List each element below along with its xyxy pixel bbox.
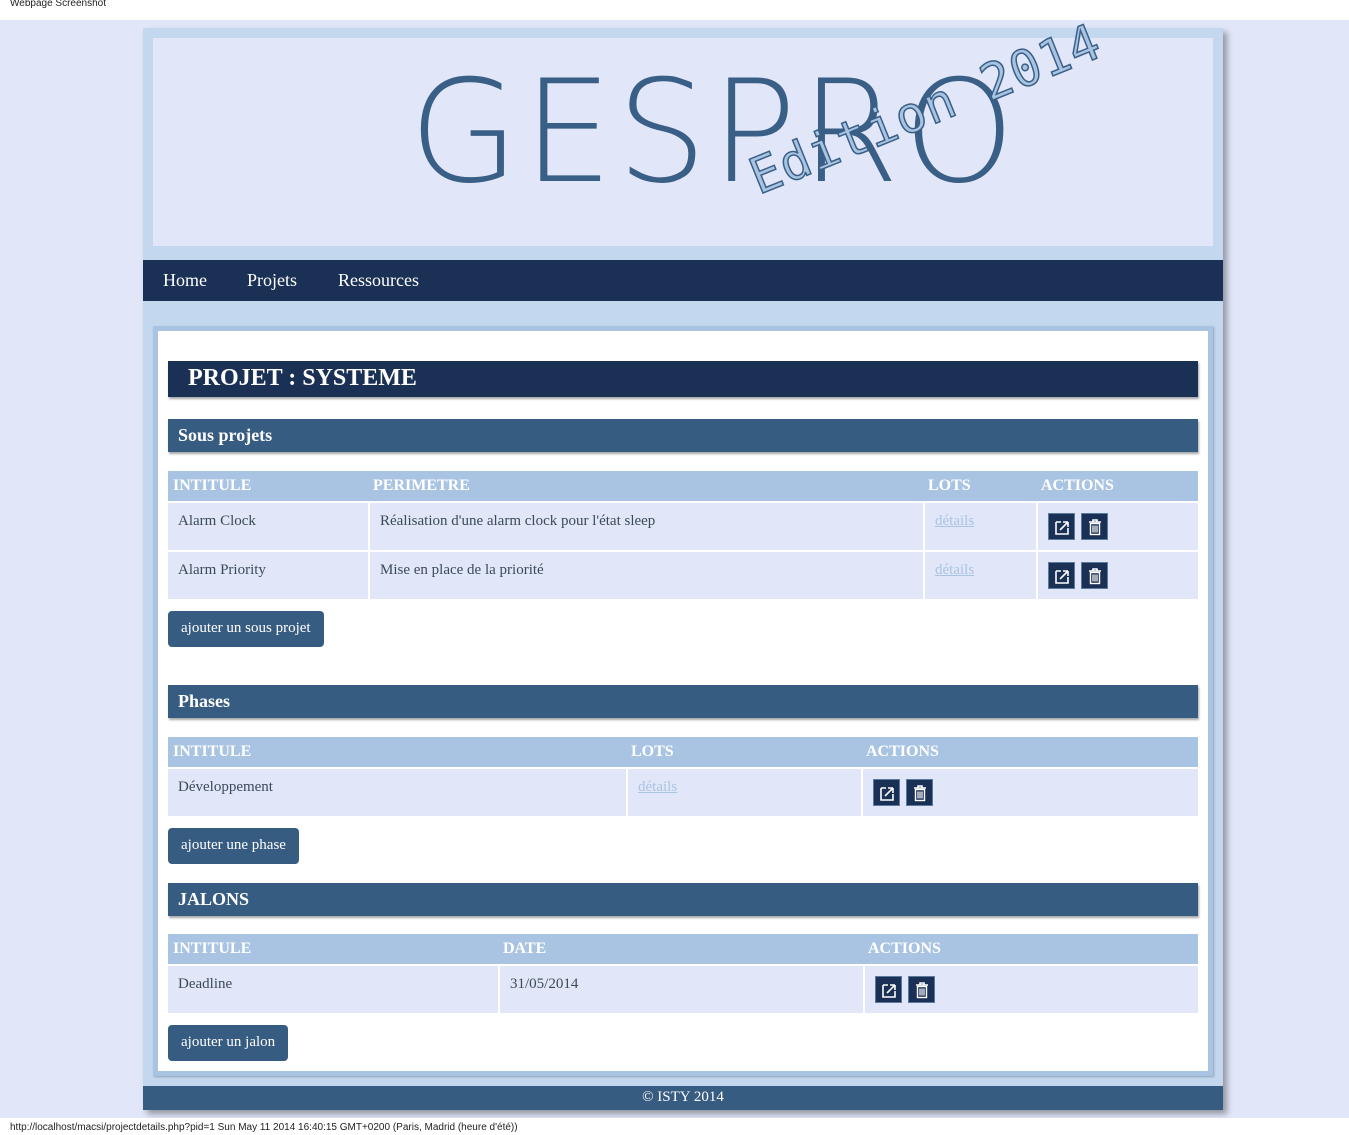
cell-perimetre: Réalisation d'une alarm clock pour l'éta… [368, 501, 923, 550]
details-link[interactable]: détails [638, 779, 677, 795]
cell-intitule: Alarm Clock [168, 501, 368, 550]
delete-button[interactable] [1080, 513, 1108, 540]
column-header: INTITULE [168, 737, 626, 767]
trash-icon [913, 785, 926, 802]
edit-icon [1055, 570, 1069, 584]
details-link[interactable]: détails [935, 513, 974, 529]
header-banner: GESPRO Edition 2014 [149, 12, 1217, 250]
jalons-table: INTITULE DATE ACTIONS Deadline 31/05/201… [168, 934, 1198, 1013]
column-header: DATE [498, 934, 863, 964]
cell-lots: détails [626, 767, 861, 816]
edit-button[interactable] [873, 779, 900, 806]
cell-perimetre: Mise en place de la priorité [368, 550, 923, 599]
edit-button[interactable] [875, 976, 902, 1003]
trash-icon [1088, 568, 1101, 585]
cell-actions [863, 964, 1198, 1013]
column-header: INTITULE [168, 471, 368, 501]
edit-button[interactable] [1048, 513, 1075, 540]
delete-button[interactable] [905, 779, 933, 806]
screenshot-title: Webpage Screenshot [10, 0, 106, 9]
main-nav: Home Projets Ressources [143, 260, 1223, 301]
cell-lots: détails [923, 501, 1036, 550]
add-phase-button[interactable]: ajouter une phase [168, 828, 299, 864]
column-header: LOTS [626, 737, 861, 767]
cell-actions [1036, 550, 1198, 599]
nav-home[interactable]: Home [163, 270, 207, 291]
screenshot-status-bar: http://localhost/macsi/projectdetails.ph… [0, 1118, 1349, 1135]
edit-icon [882, 984, 896, 998]
details-link[interactable]: détails [935, 562, 974, 578]
screenshot-title-bar: Webpage Screenshot [0, 0, 1349, 20]
cell-intitule: Développement [168, 767, 626, 816]
column-header: INTITULE [168, 934, 498, 964]
delete-button[interactable] [1080, 562, 1108, 589]
add-jalon-button[interactable]: ajouter un jalon [168, 1025, 289, 1061]
column-header: ACTIONS [863, 934, 1198, 964]
content-frame: PROJET : SYSTEME Sous projets INTITULE P… [153, 326, 1213, 1076]
edit-icon [1055, 521, 1069, 535]
nav-projets[interactable]: Projets [247, 270, 297, 291]
page-title: PROJET : SYSTEME [168, 361, 1198, 397]
cell-intitule: Alarm Priority [168, 550, 368, 599]
nav-ressources[interactable]: Ressources [338, 270, 419, 291]
phases-table: INTITULE LOTS ACTIONS Développement déta… [168, 737, 1198, 816]
section-title-phases: Phases [168, 685, 1198, 718]
table-row: Alarm Clock Réalisation d'une alarm cloc… [168, 501, 1198, 550]
table-header-row: INTITULE DATE ACTIONS [168, 934, 1198, 964]
cell-actions [861, 767, 1198, 816]
add-subproject-button[interactable]: ajouter un sous projet [168, 611, 324, 647]
column-header: ACTIONS [1036, 471, 1198, 501]
section-title-subprojects: Sous projets [168, 419, 1198, 452]
trash-icon [915, 982, 928, 999]
edit-icon [880, 787, 894, 801]
table-row: Deadline 31/05/2014 [168, 964, 1198, 1013]
page-container: GESPRO Edition 2014 Home Projets Ressour… [143, 12, 1223, 1110]
trash-icon [1088, 519, 1101, 536]
table-header-row: INTITULE LOTS ACTIONS [168, 737, 1198, 767]
cell-actions [1036, 501, 1198, 550]
cell-intitule: Deadline [168, 964, 498, 1013]
cell-date: 31/05/2014 [498, 964, 863, 1013]
section-title-jalons: JALONS [168, 883, 1198, 916]
table-row: Développement détails [168, 767, 1198, 816]
delete-button[interactable] [907, 976, 935, 1003]
cell-lots: détails [923, 550, 1036, 599]
table-header-row: INTITULE PERIMETRE LOTS ACTIONS [168, 471, 1198, 501]
content-area: PROJET : SYSTEME Sous projets INTITULE P… [158, 331, 1208, 1071]
table-row: Alarm Priority Mise en place de la prior… [168, 550, 1198, 599]
footer: © ISTY 2014 [143, 1086, 1223, 1110]
edit-button[interactable] [1048, 562, 1075, 589]
screenshot-status: http://localhost/macsi/projectdetails.ph… [10, 1122, 518, 1133]
column-header: ACTIONS [861, 737, 1198, 767]
column-header: LOTS [923, 471, 1036, 501]
column-header: PERIMETRE [368, 471, 923, 501]
subprojects-table: INTITULE PERIMETRE LOTS ACTIONS Alarm Cl… [168, 471, 1198, 599]
